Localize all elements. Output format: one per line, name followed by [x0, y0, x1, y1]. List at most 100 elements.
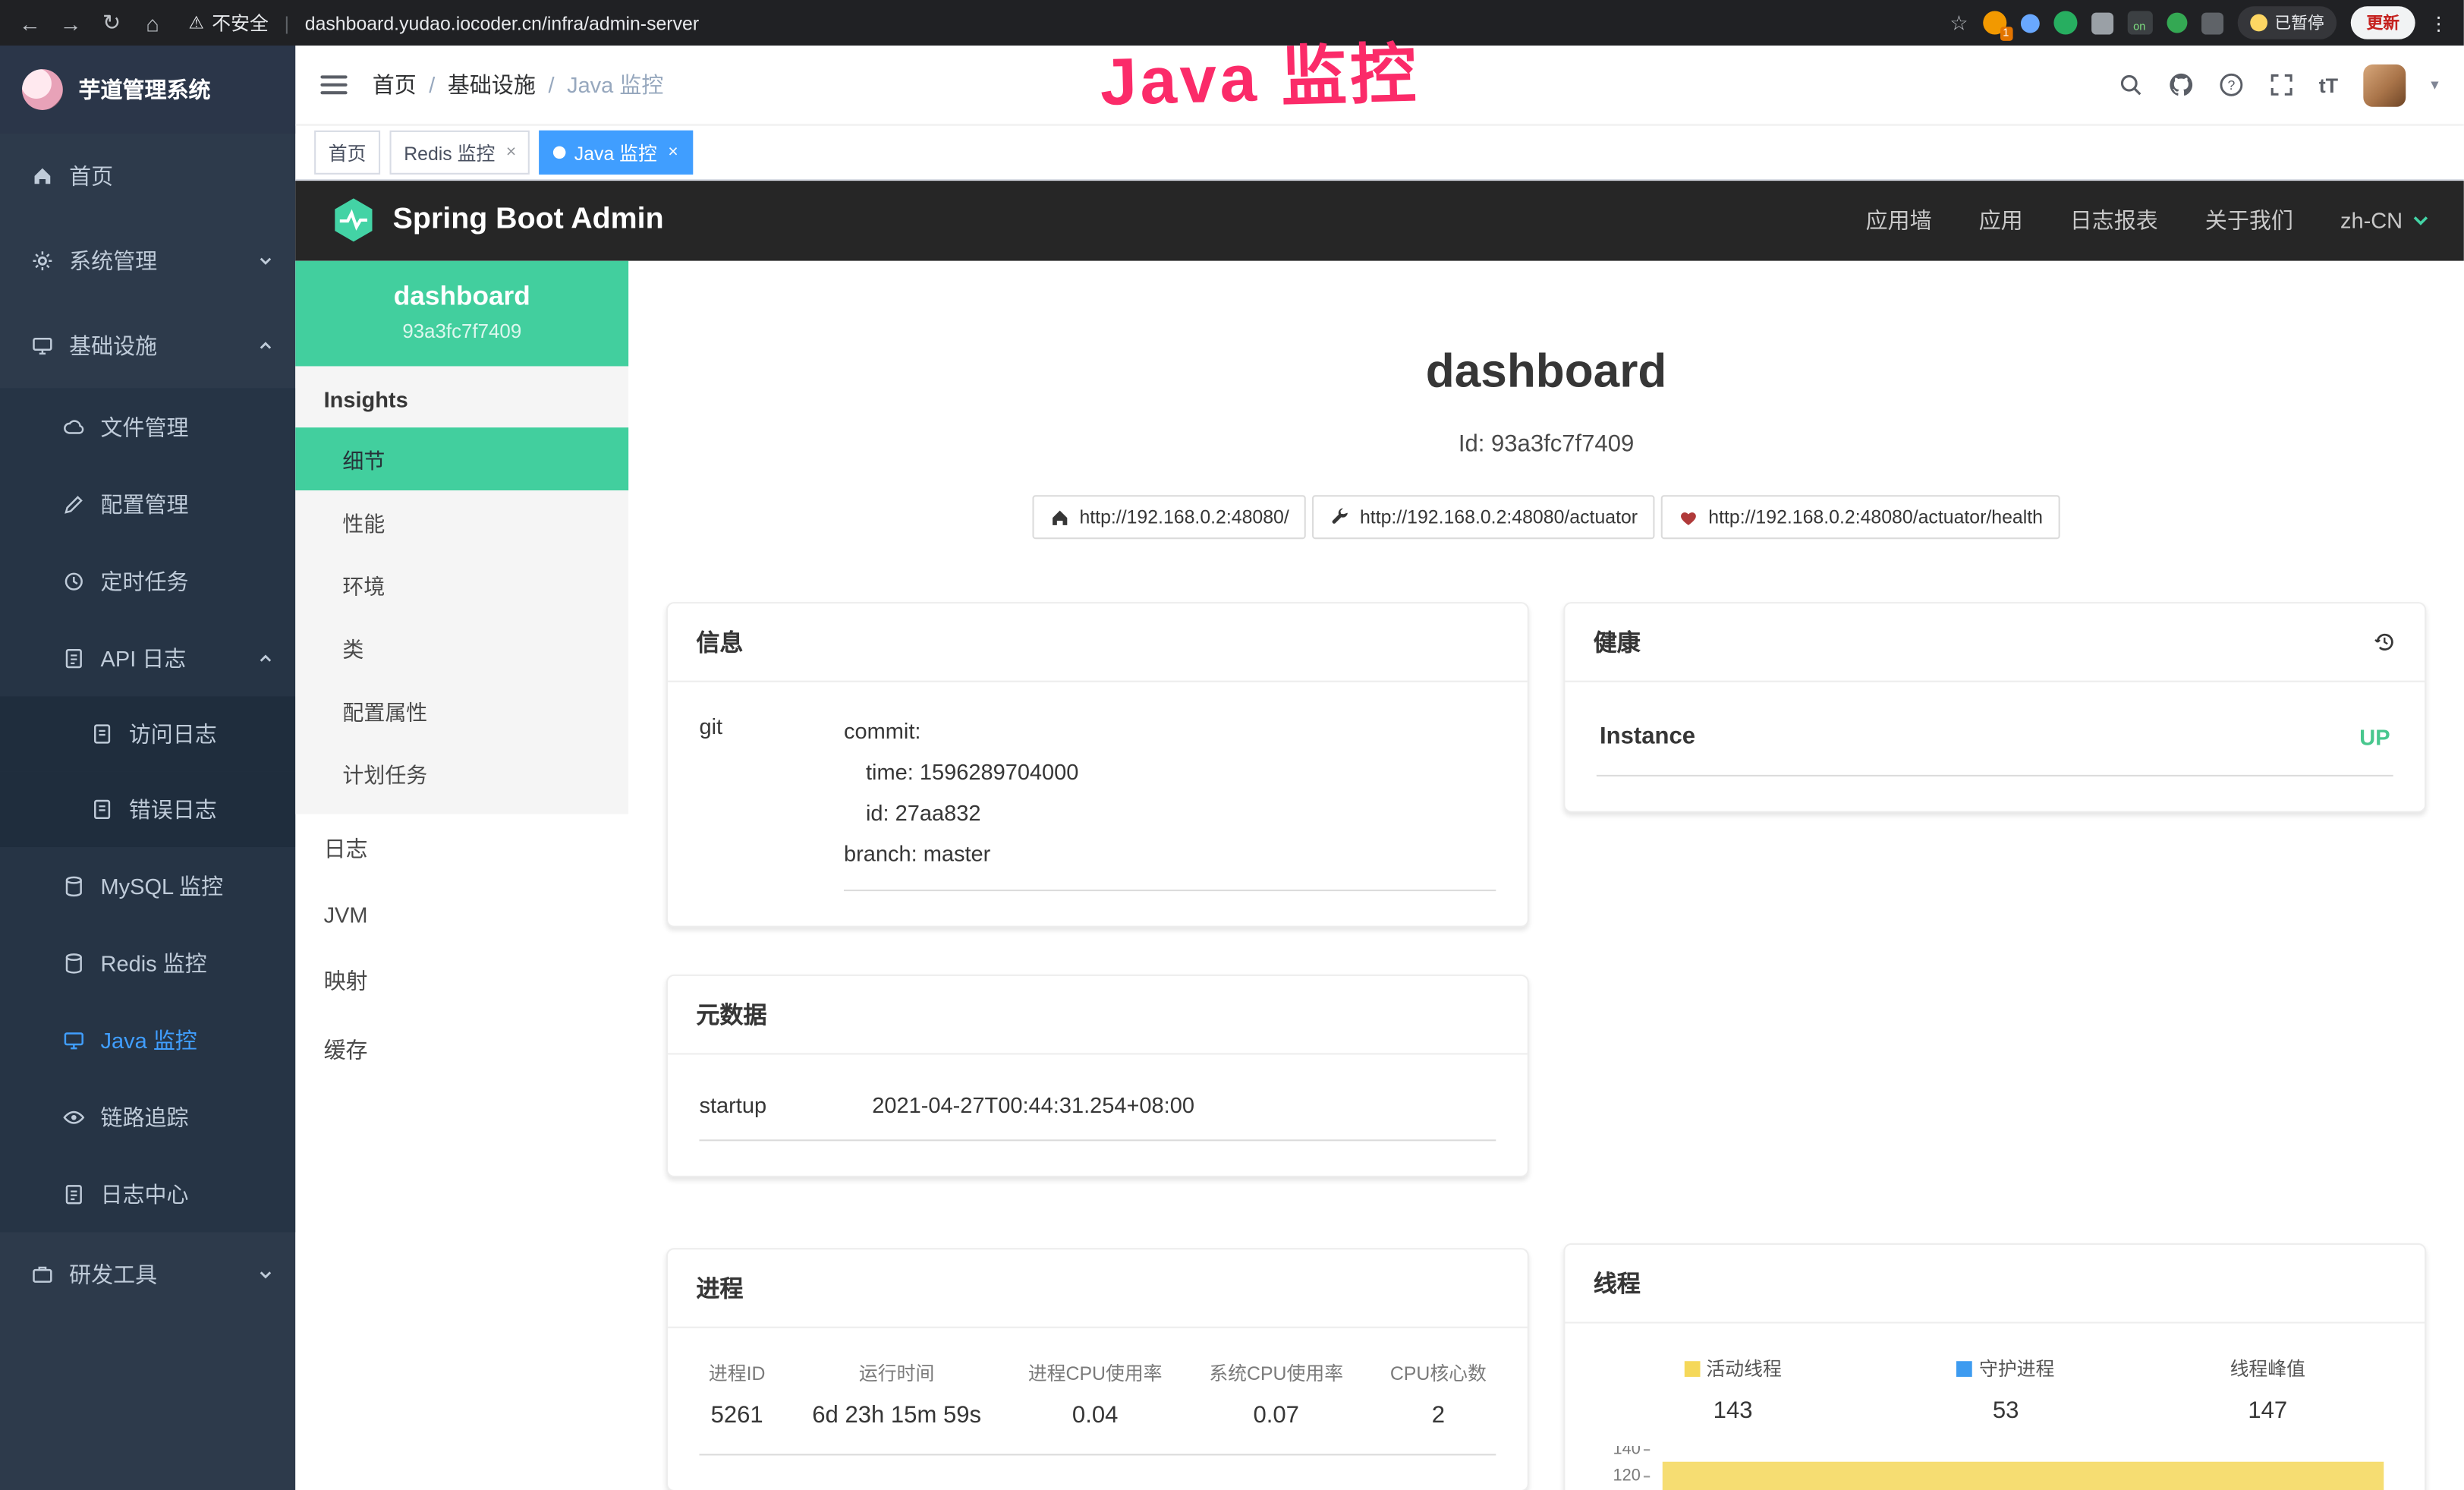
sidebar-item-cron-jobs[interactable]: 定时任务 [0, 542, 295, 619]
tab-java-monitor[interactable]: Java 监控 × [540, 131, 692, 175]
chevron-up-icon [258, 338, 274, 354]
sidebar-item-log-center[interactable]: 日志中心 [0, 1155, 295, 1232]
gear-icon [31, 250, 53, 272]
sidebar-item-label: 系统管理 [69, 245, 157, 276]
sidebar-item-access-log[interactable]: 访问日志 [0, 696, 295, 771]
metadata-card-body: startup 2021-04-27T00:44:31.254+08:00 [668, 1055, 1528, 1176]
sidebar-item-java-monitor[interactable]: Java 监控 [0, 1001, 295, 1078]
sba-locale-select[interactable]: zh-CN [2340, 208, 2429, 233]
sidebar-item-label: 文件管理 [101, 411, 189, 442]
extension-fox-icon[interactable]: 1 [1982, 11, 2006, 34]
tab-redis-monitor[interactable]: Redis 监控 × [390, 131, 530, 175]
extension-drop-icon[interactable] [2020, 14, 2039, 33]
sba-nav-about[interactable]: 关于我们 [2205, 205, 2293, 236]
avatar-caret-icon[interactable]: ▾ [2431, 77, 2438, 94]
security-label: 不安全 [212, 9, 269, 36]
address-bar[interactable]: ⚠ 不安全 | dashboard.yudao.iocoder.cn/infra… [188, 9, 699, 36]
sidebar-item-redis-monitor[interactable]: Redis 监控 [0, 925, 295, 1001]
instance-url-link[interactable]: http://192.168.0.2:48080/ [1032, 496, 1306, 540]
browser-update-button[interactable]: 更新 [2351, 6, 2415, 39]
sidebar-item-error-log[interactable]: 错误日志 [0, 772, 295, 847]
browser-reload-icon[interactable]: ↻ [97, 9, 125, 36]
threads-card: 线程 活动线程 1 [1563, 1243, 2426, 1490]
sidebar-item-api-log[interactable]: API 日志 [0, 619, 295, 696]
sidebar-item-trace[interactable]: 链路追踪 [0, 1079, 295, 1155]
breadcrumb-home[interactable]: 首页 [373, 69, 417, 100]
browser-chrome: ← → ↻ ⌂ ⚠ 不安全 | dashboard.yudao.iocoder.… [0, 0, 2464, 46]
sba-brand-label: Spring Boot Admin [393, 203, 664, 238]
health-url-link[interactable]: http://192.168.0.2:48080/actuator/health [1661, 496, 2060, 540]
extension-leaf-icon[interactable] [2166, 13, 2186, 33]
legend-value: 53 [1957, 1397, 2054, 1424]
instance-links: http://192.168.0.2:48080/ http://192.168… [666, 496, 2426, 540]
browser-menu-icon[interactable]: ⋮ [2429, 12, 2448, 34]
sidebar-item-system-mgmt[interactable]: 系统管理 [0, 219, 295, 304]
sidebar-item-mysql-monitor[interactable]: MySQL 监控 [0, 847, 295, 924]
cards-grid: 信息 git commit: time: 1596289704000 id: 2 [666, 602, 2426, 1490]
y-axis-tick: 120 [1597, 1466, 1650, 1485]
link-url: http://192.168.0.2:48080/actuator [1360, 506, 1638, 528]
info-key: git [699, 710, 844, 891]
sidebar-item-dev-tools[interactable]: 研发工具 [0, 1232, 295, 1317]
git-id-line: id: 27aa832 [844, 792, 1496, 833]
sba-nav-journal[interactable]: 日志报表 [2070, 205, 2158, 236]
paused-extension-pill[interactable]: 已暂停 [2237, 6, 2337, 39]
sba-main: dashboard Id: 93a3fc7f7409 http://192.16… [628, 261, 2464, 1490]
sba-nav-applications[interactable]: 应用 [1979, 205, 2023, 236]
tab-home[interactable]: 首页 [314, 131, 380, 175]
sba-menu-classes[interactable]: 类 [295, 616, 628, 679]
sba-menu-metrics[interactable]: 性能 [295, 490, 628, 553]
admin-header: 首页 / 基础设施 / Java 监控 ? tT ▾ [295, 46, 2464, 126]
sba-menu-scheduled-tasks[interactable]: 计划任务 [295, 742, 628, 805]
metadata-card-title: 元数据 [696, 998, 766, 1031]
sba-menu-jvm[interactable]: JVM [295, 884, 628, 947]
instance-id-line: Id: 93a3fc7f7409 [666, 431, 2426, 458]
git-commit-line: commit: [844, 710, 1496, 751]
sba-instance-header[interactable]: dashboard 93a3fc7f7409 [295, 261, 628, 367]
card-title: 元数据 [668, 976, 1528, 1055]
sidebar-item-config-mgmt[interactable]: 配置管理 [0, 465, 295, 542]
tab-label: Java 监控 [574, 139, 657, 165]
help-icon[interactable]: ? [2218, 73, 2243, 98]
github-icon[interactable] [2168, 73, 2193, 98]
user-avatar[interactable] [2363, 64, 2406, 106]
app-logo-area[interactable]: 芋道管理系统 [0, 46, 295, 134]
browser-back-icon[interactable]: ← [16, 10, 44, 35]
sidebar-item-file-mgmt[interactable]: 文件管理 [0, 388, 295, 465]
hamburger-icon[interactable] [320, 76, 347, 95]
info-value: commit: time: 1596289704000 id: 27aa832 … [844, 710, 1496, 891]
sidebar-item-home[interactable]: 首页 [0, 134, 295, 219]
bookmark-star-icon[interactable]: ☆ [1949, 10, 1968, 35]
app-logo [22, 69, 63, 110]
extension-puzzle-icon[interactable] [2201, 12, 2223, 34]
threads-card-title: 线程 [1594, 1267, 1641, 1299]
extension-grid-icon[interactable] [2091, 12, 2113, 34]
link-url: http://192.168.0.2:48080/actuator/health [1708, 506, 2043, 528]
close-icon[interactable]: × [668, 143, 678, 162]
sba-menu-logs[interactable]: 日志 [295, 814, 628, 884]
sidebar-item-label: 基础设施 [69, 330, 157, 361]
font-size-icon[interactable]: tT [2319, 74, 2338, 97]
fullscreen-icon[interactable] [2268, 73, 2293, 98]
tab-label: Redis 监控 [404, 139, 495, 165]
extension-green-circle-icon[interactable] [2053, 11, 2076, 34]
history-icon[interactable] [2373, 631, 2396, 654]
actuator-url-link[interactable]: http://192.168.0.2:48080/actuator [1313, 496, 1655, 540]
legend-live-threads: 活动线程 143 [1684, 1355, 1781, 1424]
browser-home-icon[interactable]: ⌂ [138, 10, 166, 35]
sba-brand[interactable]: Spring Boot Admin [330, 197, 664, 244]
breadcrumb-infrastructure[interactable]: 基础设施 [448, 69, 536, 100]
search-icon[interactable] [2118, 73, 2143, 98]
sba-menu-details[interactable]: 细节 [295, 427, 628, 490]
sba-menu-config-props[interactable]: 配置属性 [295, 679, 628, 742]
home-icon [1049, 507, 1070, 528]
chevron-down-icon [258, 1267, 274, 1283]
sba-menu-environment[interactable]: 环境 [295, 553, 628, 616]
close-icon[interactable]: × [506, 143, 516, 162]
sba-menu-mappings[interactable]: 映射 [295, 947, 628, 1016]
sidebar-item-infrastructure[interactable]: 基础设施 [0, 304, 295, 389]
extension-on-switch-icon[interactable]: on [2127, 11, 2152, 34]
browser-forward-icon[interactable]: → [57, 10, 85, 35]
sba-nav-wallboard[interactable]: 应用墙 [1866, 205, 1932, 236]
sba-menu-caches[interactable]: 缓存 [295, 1016, 628, 1085]
